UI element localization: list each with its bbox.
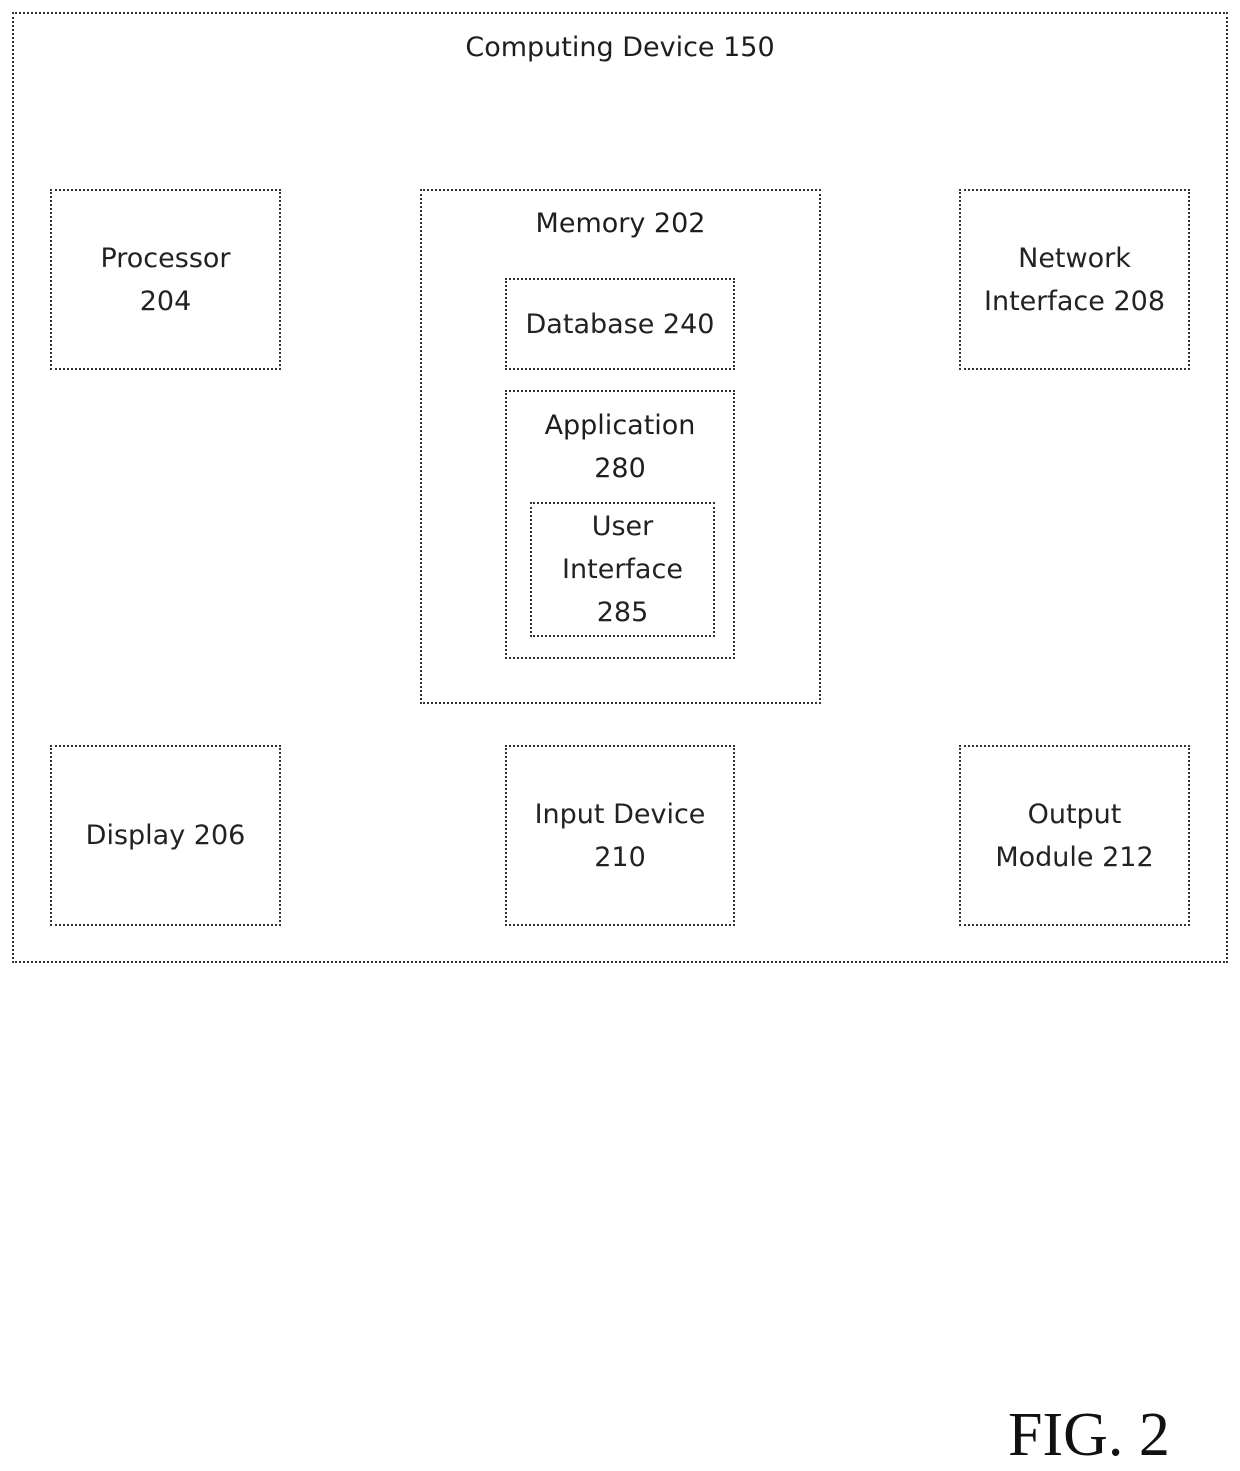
computing-device-label: Computing Device 150: [465, 32, 775, 63]
network-interface-box: Network Interface 208: [959, 189, 1190, 370]
application-label-line2: 280: [594, 453, 646, 484]
figure-label: FIG. 2: [1008, 1401, 1170, 1469]
database-box: Database 240: [505, 278, 735, 370]
input-device-box: Input Device 210: [505, 745, 735, 926]
output-module-box: Output Module 212: [959, 745, 1190, 926]
output-module-label-line2: Module 212: [995, 841, 1154, 873]
user-interface-label-line1: User: [591, 511, 654, 542]
input-device-label-line2: 210: [594, 841, 646, 873]
application-label: Application 280: [507, 404, 733, 490]
user-interface-label-line3: 285: [596, 597, 649, 628]
memory-label: Memory 202: [535, 208, 706, 239]
input-device-label-line1: Input Device: [534, 798, 706, 830]
processor-label-line1: Processor: [100, 242, 231, 274]
display-label: Display 206: [85, 820, 246, 851]
network-interface-label-line1: Network: [1018, 242, 1131, 274]
application-label-line1: Application: [544, 410, 696, 441]
display-box: Display 206: [50, 745, 281, 926]
database-label: Database 240: [525, 308, 715, 340]
user-interface-label-line2: Interface: [562, 554, 683, 585]
processor-box: Processor 204: [50, 189, 281, 370]
user-interface-box: User Interface 285: [530, 502, 715, 637]
network-interface-label-line2: Interface 208: [984, 285, 1165, 317]
output-module-label-line1: Output: [1027, 798, 1122, 830]
processor-label-line2: 204: [139, 285, 192, 317]
